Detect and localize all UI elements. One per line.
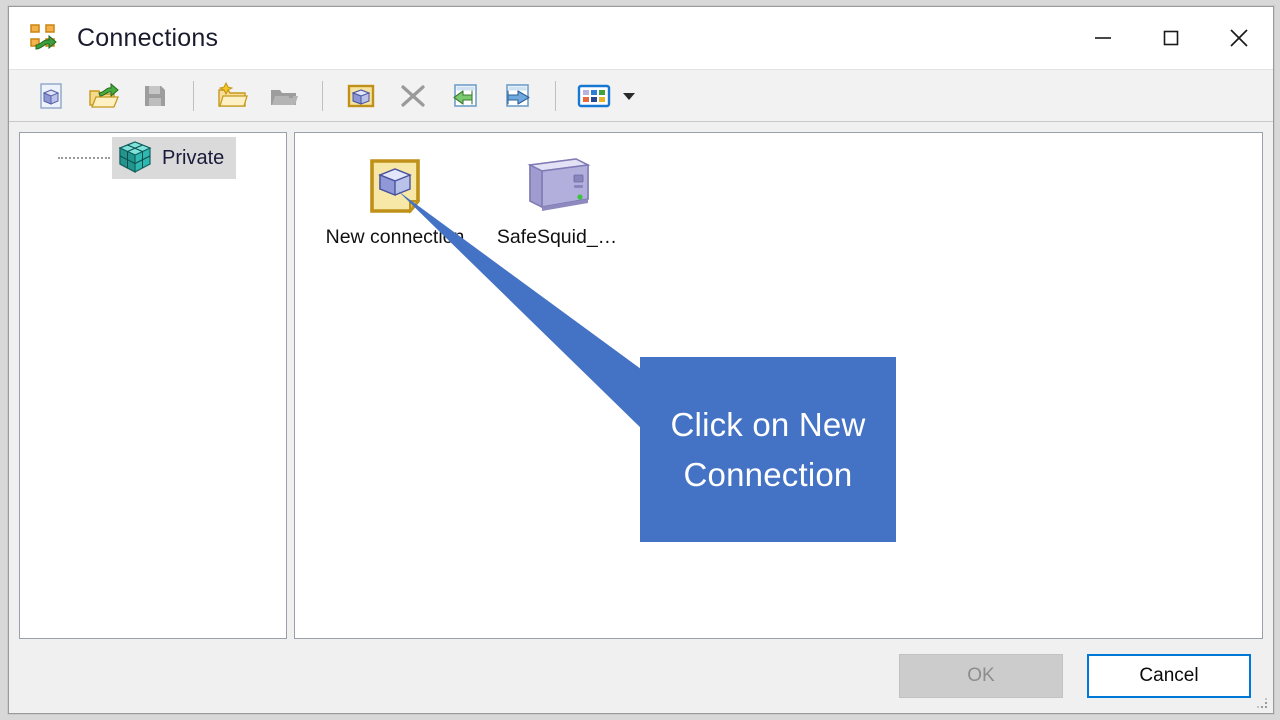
connect-button[interactable] [341,76,381,116]
maximize-icon[interactable] [1137,7,1205,69]
network-connections-icon [29,23,59,53]
connections-dialog-window: Connections Private New connection SafeS… [8,6,1274,714]
new-connection-button[interactable] [31,76,71,116]
list-item-label: New connection [325,226,465,248]
toolbar-separator [555,80,556,111]
list-item-label: SafeSquid_… [496,226,618,248]
dialog-footer: OK Cancel [9,639,1273,713]
folder-tree-pane: Private [19,132,287,639]
toolbar-separator [193,80,194,111]
tree-connector-line [58,157,110,159]
connections-list-pane: New connection SafeSquid_… [294,132,1263,639]
open-button[interactable] [83,76,123,116]
close-icon[interactable] [1205,7,1273,69]
minimize-icon[interactable] [1069,7,1137,69]
title-bar: Connections [9,7,1273,69]
sidebar-item-label: Private [162,146,225,169]
teal-cube-icon [116,140,154,176]
folder-tree: Private [20,133,286,179]
list-item-safesquid[interactable]: SafeSquid_… [487,151,627,250]
views-button[interactable] [574,76,614,116]
cancel-button[interactable]: Cancel [1087,654,1251,698]
list-item-new-connection[interactable]: New connection [325,151,465,250]
save-button [135,76,175,116]
sidebar-item-private[interactable]: Private [20,137,286,179]
window-controls [1069,7,1273,69]
resize-grip-icon[interactable] [1256,697,1270,711]
server-tower-icon [518,155,596,217]
content-area: Private New connection SafeSquid_… [9,122,1273,639]
ok-button[interactable]: OK [899,654,1063,698]
desktop-background: Connections Private New connection SafeS… [0,0,1280,720]
toolbar-separator [322,80,323,111]
delete-x-icon [393,76,433,116]
import-button[interactable] [445,76,485,116]
rename-folder-button [264,76,304,116]
connections-icon-list: New connection SafeSquid_… [295,133,1262,250]
toolbar [9,69,1273,122]
new-folder-button[interactable] [212,76,252,116]
page-title: Connections [77,23,219,52]
new-connection-page-icon [364,155,426,217]
export-button[interactable] [497,76,537,116]
chevron-down-icon[interactable] [618,76,640,116]
